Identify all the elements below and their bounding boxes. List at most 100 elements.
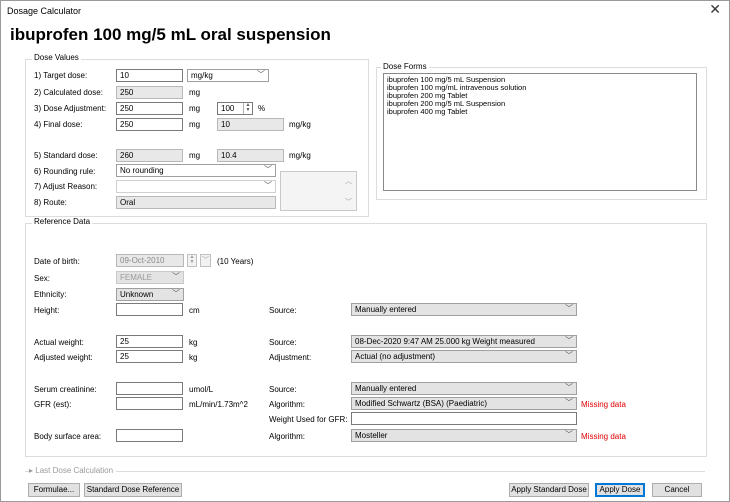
bsa-algorithm-value: Mosteller [355,431,388,440]
standard-dose-per-kg-field: 10.4 [217,149,284,162]
adjust-reason-dropdown[interactable]: ﹀ [116,180,276,193]
ethnicity-value: Unknown [120,290,154,299]
calculated-dose-unit: mg [189,88,201,97]
cancel-button[interactable]: Cancel [652,483,702,497]
standard-dose-field: 260 [116,149,183,162]
dose-values-group-label: Dose Values [32,53,81,62]
adjusted-weight-label: Adjusted weight: [34,353,93,362]
gfr-input[interactable] [116,397,183,410]
rounding-rule-dropdown[interactable]: No rounding ﹀ [116,164,276,177]
final-dose-per-kg-field: 10 [217,118,284,131]
serum-creatinine-unit: umol/L [189,385,214,394]
height-input[interactable] [116,303,183,316]
apply-standard-dose-button[interactable]: Apply Standard Dose [509,483,589,497]
height-unit: cm [189,306,200,315]
adjustment-dropdown[interactable]: Actual (no adjustment) ﹀ [351,350,577,363]
target-dose-label: 1) Target dose: [34,71,88,80]
weight-source-value: 08-Dec-2020 9:47 AM 25.000 kg Weight mea… [355,337,535,346]
height-source-label: Source: [269,306,297,315]
creatinine-source-dropdown[interactable]: Manually entered ﹀ [351,382,577,395]
close-icon[interactable]: ✕ [709,2,721,18]
gfr-algorithm-dropdown[interactable]: Modified Schwartz (BSA) (Paediatric) ﹀ [351,397,577,410]
calculated-dose-field: 250 [116,86,183,99]
actual-weight-input[interactable]: 25 [116,335,183,348]
title-bar: Dosage Calculator ✕ [1,1,729,23]
sex-dropdown[interactable]: FEMALE ﹀ [116,271,184,284]
actual-weight-label: Actual weight: [34,338,84,347]
target-dose-input[interactable]: 10 [116,69,183,82]
dob-spin-icon[interactable]: ▲ ▼ [187,254,197,267]
final-dose-input[interactable]: 250 [116,118,183,131]
rounding-rule-label: 6) Rounding rule: [34,167,96,176]
bsa-algorithm-dropdown[interactable]: Mosteller ﹀ [351,429,577,442]
height-source-dropdown[interactable]: Manually entered ﹀ [351,303,577,316]
formulae-button[interactable]: Formulae... [28,483,80,497]
dose-adjustment-percent-value: 100 [221,104,235,113]
serum-creatinine-input[interactable] [116,382,183,395]
target-dose-unit-value: mg/kg [191,71,213,80]
chevron-down-icon: ﹀ [264,165,272,174]
dose-forms-list[interactable]: ibuprofen 100 mg/5 mL Suspension ibuprof… [383,73,697,191]
percent-sign: % [258,104,266,113]
last-dose-expander[interactable]: ▸ Last Dose Calculation [29,466,117,475]
ethnicity-dropdown[interactable]: Unknown ﹀ [116,288,184,301]
adjusted-weight-unit: kg [189,353,198,362]
actual-weight-unit: kg [189,338,198,347]
weight-used-for-gfr-label: Weight Used for GFR: [269,415,348,424]
chevron-down-icon: ﹀ [264,181,272,190]
bsa-input[interactable] [116,429,183,442]
chevron-down-icon: ﹀ [172,272,180,281]
chevron-down-icon: ﹀ [565,336,573,345]
final-dose-per-kg-unit: mg/kg [289,120,311,129]
dose-adjustment-percent-stepper[interactable]: 100 ▲ ▼ [217,102,253,115]
bsa-algorithm-label: Algorithm: [269,432,306,441]
calendar-dropdown-icon[interactable]: ﹀ [200,254,211,267]
chevron-down-icon: ﹀ [172,289,180,298]
final-dose-label: 4) Final dose: [34,120,83,129]
serum-creatinine-label: Serum creatinine: [34,385,97,394]
dose-adjustment-label: 3) Dose Adjustment: [34,104,107,113]
bsa-missing-data: Missing data [581,432,626,441]
window-title: Dosage Calculator [7,6,82,16]
sex-value: FEMALE [120,273,153,282]
height-label: Height: [34,306,60,315]
ethnicity-label: Ethnicity: [34,290,67,299]
standard-dose-label: 5) Standard dose: [34,151,98,160]
adjustment-value: Actual (no adjustment) [355,352,436,361]
gfr-label: GFR (est): [34,400,72,409]
bsa-label: Body surface area: [34,432,102,441]
dob-field: 09-Oct-2010 [116,254,184,267]
dose-adjustment-input[interactable]: 250 [116,102,183,115]
reference-data-group-label: Reference Data [32,217,93,226]
chevron-down-icon: ﹀ [565,304,573,313]
standard-dose-reference-button[interactable]: Standard Dose Reference [84,483,182,497]
adjust-reason-notes[interactable]: ︿ ﹀ [280,171,357,211]
chevron-down-icon: ﹀ [257,70,265,79]
chevron-down-icon: ﹀ [565,351,573,360]
adjusted-weight-input[interactable]: 25 [116,350,183,363]
dose-form-item[interactable]: ibuprofen 400 mg Tablet [384,108,696,116]
standard-dose-unit: mg [189,151,201,160]
adjustment-label: Adjustment: [269,353,312,362]
apply-dose-button[interactable]: Apply Dose [595,483,645,497]
route-field: Oral [116,196,276,209]
target-dose-unit-dropdown[interactable]: mg/kg ﹀ [187,69,269,82]
scroll-up-icon[interactable]: ︿ [345,176,352,186]
sex-label: Sex: [34,274,51,283]
chevron-down-icon: ﹀ [565,383,573,392]
weight-source-dropdown[interactable]: 08-Dec-2020 9:47 AM 25.000 kg Weight mea… [351,335,577,348]
spin-arrows-icon[interactable]: ▲ ▼ [243,103,252,114]
standard-dose-per-kg-unit: mg/kg [289,151,311,160]
expand-arrow-icon: ▸ [29,466,34,475]
weight-used-for-gfr-input[interactable] [351,412,577,425]
gfr-unit: mL/min/1.73m^2 [189,400,248,409]
dosage-calculator-window: Dosage Calculator ✕ ibuprofen 100 mg/5 m… [0,0,730,502]
chevron-down-icon: ﹀ [565,430,573,439]
gfr-algorithm-label: Algorithm: [269,400,306,409]
scroll-down-icon[interactable]: ﹀ [345,197,352,207]
dose-adjustment-unit: mg [189,104,201,113]
rounding-rule-value: No rounding [120,166,164,175]
drug-title: ibuprofen 100 mg/5 mL oral suspension [10,25,331,44]
adjust-reason-label: 7) Adjust Reason: [34,182,98,191]
route-label: 8) Route: [34,198,67,207]
